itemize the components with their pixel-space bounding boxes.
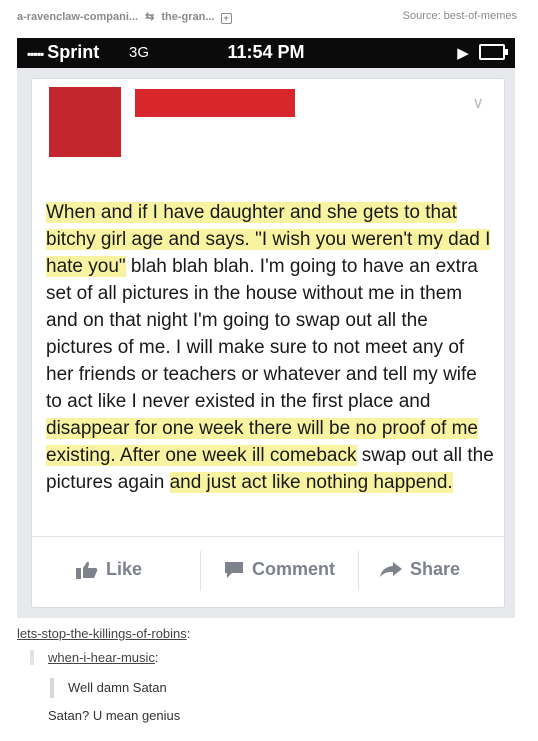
post-source[interactable]: Source: best-of-memes: [403, 10, 517, 22]
status-bar: ▪▪▪▪▪ Sprint 3G 11:54 PM ▶: [17, 38, 515, 68]
action-divider: [200, 551, 201, 591]
thumbs-up-icon: [76, 561, 98, 579]
redacted-avatar: [49, 87, 121, 157]
thread-entry-1: lets-stop-the-killings-of-robins:: [17, 626, 517, 641]
reblog-chain: a-ravenclaw-compani... ⇆ the-gran... +: [17, 10, 232, 24]
like-button[interactable]: Like: [76, 559, 142, 580]
share-button[interactable]: Share: [380, 559, 460, 580]
share-label: Share: [410, 559, 461, 579]
reply-text: Satan? U mean genius: [48, 708, 181, 723]
comment-button[interactable]: Comment: [224, 559, 335, 580]
clock: 11:54 PM: [227, 42, 305, 62]
share-arrow-icon: [380, 561, 402, 578]
highlighted-text: and just act like nothing happend.: [169, 472, 453, 493]
reblog-icon: ⇆: [145, 11, 155, 23]
play-icon: ▶: [457, 45, 469, 62]
action-divider: [358, 551, 359, 591]
status-icons: ▶: [457, 44, 508, 62]
quote-block: when-i-hear-music: Well damn Satan Satan…: [30, 650, 528, 723]
colon: :: [186, 626, 191, 641]
thread-entry-2: when-i-hear-music:: [48, 650, 528, 665]
reblog-header: a-ravenclaw-compani... ⇆ the-gran... + S…: [17, 6, 517, 26]
post-text: When and if I have daughter and she gets…: [46, 199, 496, 496]
comment-icon: [224, 561, 244, 579]
action-bar: Like Comment Share: [32, 536, 504, 607]
source-blog-link[interactable]: a-ravenclaw-compani...: [17, 11, 138, 23]
battery-icon: [479, 44, 508, 60]
colon: :: [154, 650, 159, 665]
comment-label: Comment: [252, 559, 336, 579]
reblog-thread: lets-stop-the-killings-of-robins: when-i…: [17, 626, 517, 723]
reblogged-blog-link[interactable]: the-gran...: [161, 11, 214, 23]
post-text-segment: blah blah blah. I'm going to have an ext…: [46, 256, 478, 412]
like-label: Like: [106, 559, 143, 579]
chevron-down-icon[interactable]: ∨: [472, 93, 484, 113]
phone-screenshot: ▪▪▪▪▪ Sprint 3G 11:54 PM ▶ ∨ When and if …: [17, 38, 515, 618]
nested-quote: Well damn Satan: [50, 678, 167, 698]
commenter-link[interactable]: when-i-hear-music: [48, 650, 155, 665]
follow-plus-icon[interactable]: +: [220, 13, 232, 24]
post-card: ∨ When and if I have daughter and she ge…: [31, 78, 505, 608]
redacted-name: [135, 89, 295, 117]
commenter-link[interactable]: lets-stop-the-killings-of-robins: [17, 626, 187, 641]
quote-text: Well damn Satan: [68, 680, 167, 695]
